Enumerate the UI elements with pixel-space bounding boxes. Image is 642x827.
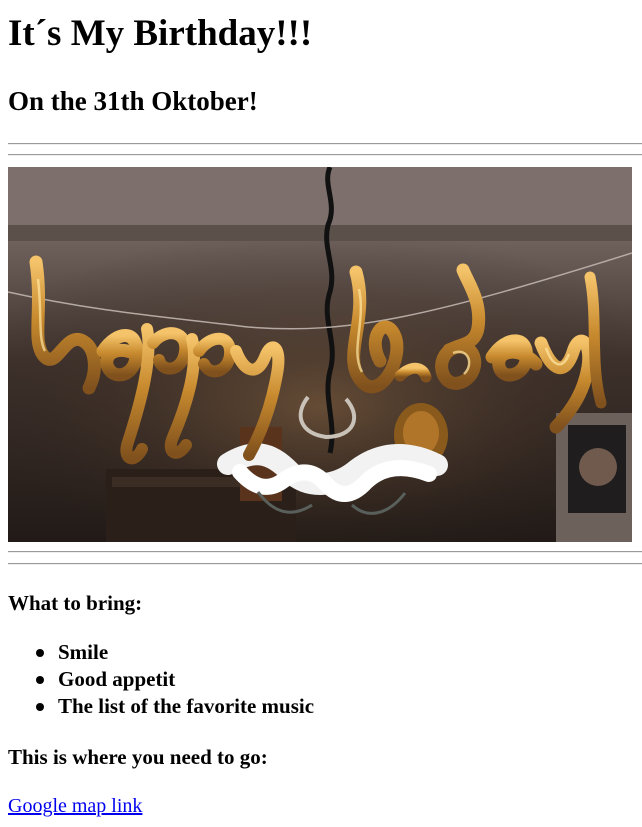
bottom-divider-2	[8, 563, 642, 565]
bring-list: Smile Good appetit The list of the favor…	[8, 639, 314, 720]
page-title: It´s My Birthday!!!	[8, 13, 313, 54]
bottom-divider-1	[8, 551, 642, 553]
birthday-balloons-image	[8, 167, 632, 542]
what-to-bring-heading: What to bring:	[8, 591, 143, 615]
top-divider-2	[8, 154, 642, 156]
google-map-link[interactable]: Google map link	[8, 794, 142, 818]
list-item: Good appetit	[35, 666, 314, 693]
list-item: Smile	[35, 639, 314, 666]
event-date-heading: On the 31th Oktober!	[8, 86, 258, 116]
birthday-page: It´s My Birthday!!! On the 31th Oktober!	[0, 0, 642, 827]
list-item: The list of the favorite music	[35, 694, 315, 718]
directions-heading: This is where you need to go:	[8, 745, 268, 769]
top-divider-1	[8, 143, 642, 145]
birthday-image-svg	[8, 167, 632, 542]
